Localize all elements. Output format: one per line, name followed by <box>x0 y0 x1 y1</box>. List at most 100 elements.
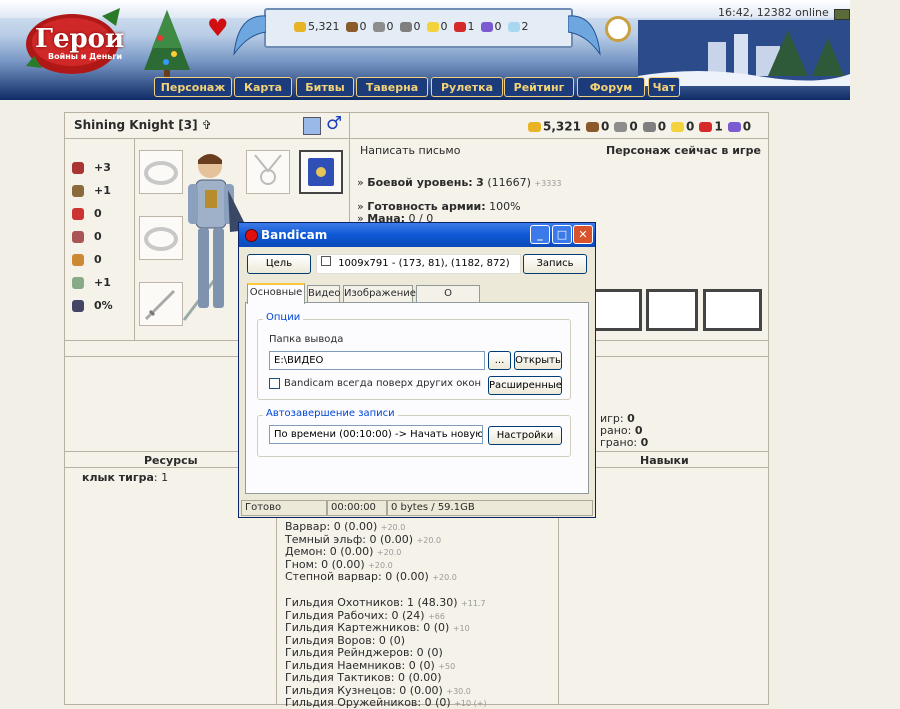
skill-row: Темный эльф: 0 (0.00) +20.0 <box>285 533 555 546</box>
resource-value: 0 <box>657 119 667 134</box>
status-size: 0 bytes / 59.1GB <box>387 500 593 516</box>
draw-label: грано: <box>600 436 638 449</box>
slot-weapon[interactable] <box>139 282 183 326</box>
maximize-button[interactable]: □ <box>552 225 572 244</box>
resource-item: 0 <box>345 19 367 33</box>
skill-plus: +50 <box>438 661 456 671</box>
skill-label: Гильдия Картежников: <box>285 621 420 634</box>
skill-plus: +66 <box>428 611 445 621</box>
resource-value: 0 <box>742 119 752 134</box>
resource-value: 5,321 <box>308 20 340 33</box>
nav-item[interactable]: Чат <box>648 77 680 97</box>
browse-button[interactable]: ... <box>488 351 511 370</box>
skill-row: Варвар: 0 (0.00) +20.0 <box>285 520 555 533</box>
bandicam-window: Bandicam _ □ ✕ Цель 1009x791 - (173, 81)… <box>238 222 596 518</box>
skill-value: 0 (0.00) <box>333 520 378 533</box>
gems-icon <box>480 21 493 32</box>
diamond-icon <box>507 21 520 32</box>
spellbook-icon <box>308 158 334 186</box>
skill-plus: +20.0 <box>368 560 393 570</box>
portrait-icon[interactable] <box>303 117 321 135</box>
tab-2[interactable]: Изображение <box>343 285 416 303</box>
morale-icon <box>72 277 84 289</box>
knowledge-icon <box>72 231 84 243</box>
tab-1[interactable]: Видео <box>307 285 341 303</box>
skill-row: Гильдия Рейнджеров: 0 (0) <box>285 646 555 659</box>
army-slot[interactable] <box>590 289 642 331</box>
bandicam-titlebar[interactable]: Bandicam _ □ ✕ <box>239 223 595 247</box>
resource-item: 1 <box>699 119 723 134</box>
settings-button[interactable]: Настройки <box>488 426 562 445</box>
stat-row: 0 <box>68 229 130 245</box>
stat-value: +1 <box>94 276 111 289</box>
resource-item: 0 <box>642 119 667 134</box>
slot-book[interactable] <box>299 150 343 194</box>
status-time: 00:00:00 <box>327 500 387 516</box>
mercury-icon <box>642 121 656 132</box>
army-slot[interactable] <box>703 289 762 331</box>
combat-level-label: Боевой уровень: <box>367 176 473 189</box>
skill-label: Гном: <box>285 557 318 571</box>
record-button[interactable]: Запись <box>523 254 587 274</box>
nav-item[interactable]: Персонаж <box>154 77 232 97</box>
gems-icon <box>727 121 741 132</box>
resource-value: 0 <box>359 20 367 33</box>
nav-item[interactable]: Карта <box>234 77 292 97</box>
skill-value: 0 (0.00) <box>397 671 442 684</box>
always-on-top-checkbox[interactable] <box>269 378 280 389</box>
skill-row: Гильдия Воров: 0 (0) <box>285 634 555 647</box>
autostop-input[interactable]: По времени (00:10:00) -> Начать новую за… <box>269 425 483 444</box>
nav-item[interactable]: Форум <box>577 77 645 97</box>
skill-value: 0 (0.00) <box>385 570 429 583</box>
character-name[interactable]: Shining Knight <box>74 118 174 132</box>
skill-plus: +11.7 <box>461 599 486 608</box>
wood-icon <box>585 121 599 132</box>
output-folder-input[interactable]: E:\ВИДЕО <box>269 351 485 370</box>
skill-row: Гильдия Охотников: 1 (48.30) +11.7 <box>285 596 555 609</box>
skill-label: Демон: <box>285 545 327 558</box>
skill-value: 0 (0) <box>424 696 451 709</box>
slot-ring-2[interactable] <box>139 216 183 260</box>
crystal-icon <box>699 121 713 132</box>
skill-row: Гильдия Кузнецов: 0 (0.00) +30.0 <box>285 684 555 697</box>
advanced-button[interactable]: Расширенные <box>488 376 562 395</box>
nav-item[interactable]: Рейтинг <box>504 77 574 97</box>
skill-label: Гильдия Кузнецов: <box>285 683 396 697</box>
slot-ring-1[interactable] <box>139 150 183 194</box>
right-wing-icon <box>568 15 601 56</box>
nav-item[interactable]: Рулетка <box>431 77 503 97</box>
army-slot[interactable] <box>646 289 698 331</box>
nav-item[interactable]: Битвы <box>296 77 354 97</box>
bandicam-title: Bandicam <box>261 228 328 242</box>
minimize-button[interactable]: _ <box>530 225 550 244</box>
stat-row: +3 <box>68 160 130 176</box>
resource-item-value: 1 <box>161 471 169 484</box>
close-button[interactable]: ✕ <box>573 225 593 244</box>
stat-row: 0 <box>68 252 130 268</box>
defense-icon <box>72 185 84 197</box>
tab-3[interactable]: О программе <box>416 285 480 315</box>
skill-plus: +20.0 <box>432 573 457 582</box>
open-button[interactable]: Открыть <box>514 351 562 370</box>
stat-value: 0 <box>94 207 102 220</box>
target-button[interactable]: Цель <box>247 254 311 274</box>
skill-value: 0 (0) <box>378 633 405 647</box>
tab-0[interactable]: Основные <box>247 283 305 304</box>
resource-item: 0 <box>399 19 421 33</box>
ring-icon[interactable] <box>605 16 631 42</box>
skill-row: Гильдия Наемников: 0 (0) +50 <box>285 659 555 672</box>
write-letter-link[interactable]: Написать письмо <box>360 144 460 157</box>
mail-icon[interactable] <box>834 9 850 20</box>
combat-level: » Боевой уровень: 3 (11667) +3333 <box>357 176 562 189</box>
nav-item[interactable]: Таверна <box>356 77 428 97</box>
resource-item: 5,321 <box>528 119 581 134</box>
skill-value: 0 (0) <box>416 646 443 659</box>
ore-icon <box>614 121 628 132</box>
sword-icon <box>144 289 176 321</box>
skill-row: Гильдия Тактиков: 0 (0.00) <box>285 671 555 684</box>
heart-icon[interactable]: ♥ <box>207 14 229 42</box>
region-icon <box>321 256 331 266</box>
sulfur-icon <box>671 121 685 132</box>
luck-icon <box>72 254 84 266</box>
resource-item: 0 <box>671 119 694 134</box>
